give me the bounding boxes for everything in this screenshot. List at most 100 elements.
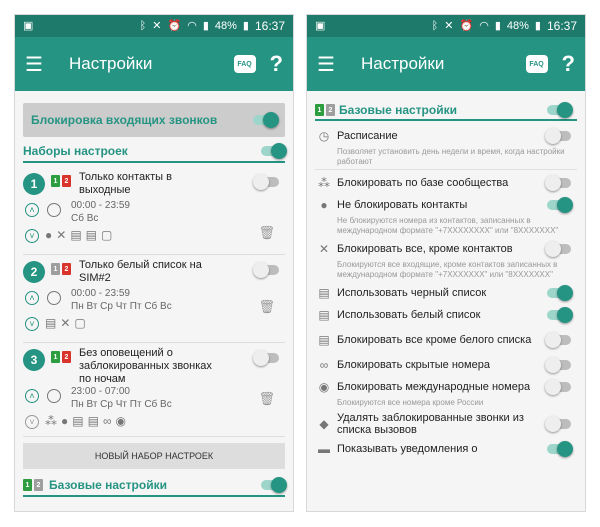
- use-white-row[interactable]: ▤ Использовать белый список: [315, 304, 577, 326]
- settings-content: Блокировка входящих звонков Наборы настр…: [15, 91, 293, 507]
- menu-icon[interactable]: ☰: [25, 52, 59, 77]
- page-title: Настройки: [361, 54, 445, 73]
- use-white-label: Использовать белый список: [337, 309, 481, 321]
- block-all-except-row[interactable]: ✕ Блокировать все, кроме контактов: [315, 238, 577, 260]
- show-notifications-label: Показывать уведомления о: [337, 443, 478, 455]
- block-hidden-row[interactable]: ∞ Блокировать скрытые номера: [315, 354, 577, 376]
- sim1-icon: 1: [315, 104, 324, 116]
- preset-number: 3: [23, 349, 45, 371]
- message-icon: ▢: [101, 228, 113, 242]
- alarm-icon: ⏰: [167, 19, 182, 32]
- block-all-except-switch[interactable]: [545, 241, 571, 257]
- battery-level: 48%: [506, 20, 529, 32]
- image-icon: ▣: [315, 19, 326, 32]
- block-intl-row[interactable]: ◉ Блокировать международные номера: [315, 376, 577, 398]
- preset-number: 1: [23, 173, 45, 195]
- faq-icon[interactable]: FAQ: [233, 55, 256, 73]
- sim-icons: 12: [23, 479, 43, 491]
- trash-icon[interactable]: 🗑: [258, 391, 275, 407]
- list-icon: ▤: [318, 308, 330, 322]
- chevron-down-icon[interactable]: ˅: [25, 415, 39, 429]
- chevron-down-icon[interactable]: ˅: [25, 317, 39, 331]
- group-icon: ⁂: [318, 176, 330, 190]
- toolbar: ☰ Настройки FAQ ?: [15, 37, 293, 91]
- preset-item[interactable]: 2 12 Только белый список на SIM#2 ˄ 00:0…: [23, 255, 285, 343]
- schedule-switch[interactable]: [545, 128, 571, 144]
- trash-icon[interactable]: 🗑: [258, 299, 275, 315]
- use-black-switch[interactable]: [547, 285, 573, 301]
- schedule-row[interactable]: ◷ Расписание: [315, 125, 577, 147]
- community-switch[interactable]: [545, 175, 571, 191]
- block-incoming-switch[interactable]: [253, 112, 279, 128]
- block-hidden-switch[interactable]: [545, 357, 571, 373]
- sim2-icon: 2: [62, 351, 71, 363]
- contact-icon: ●: [45, 228, 53, 242]
- block-all-except-label: Блокировать все, кроме контактов: [337, 243, 513, 255]
- mute-icon: ✕: [152, 19, 162, 32]
- page-title: Настройки: [69, 54, 153, 73]
- chevron-up-icon[interactable]: ˄: [25, 389, 39, 403]
- community-row[interactable]: ⁂ Блокировать по базе сообщества: [315, 172, 577, 194]
- presets-switch[interactable]: [261, 143, 287, 159]
- mute-icon: ✕: [444, 19, 454, 32]
- muted-bell-icon: ✕: [56, 228, 67, 242]
- block-except-white-switch[interactable]: [545, 332, 571, 348]
- settings-content: 12 Базовые настройки ◷ Расписание Позвол…: [307, 91, 585, 466]
- phone-right: ▣ ᛒ ✕ ⏰ ◠ ▮ 48% ▮ 16:37 ☰ Настройки FAQ …: [306, 14, 586, 512]
- sim2-icon: 2: [62, 263, 71, 275]
- show-notifications-switch[interactable]: [547, 441, 573, 457]
- preset-item[interactable]: 3 12 Без оповещений о заблокированных зв…: [23, 343, 285, 437]
- block-all-except-hint: Блокируются все входящие, кроме контакто…: [337, 260, 558, 279]
- preset-name: Только белый список на SIM#2: [79, 259, 202, 284]
- help-icon[interactable]: ?: [270, 51, 283, 77]
- phone-left: ▣ ᛒ ✕ ⏰ ◠ ▮ 48% ▮ 16:37 ☰ Настройки FAQ …: [14, 14, 294, 512]
- use-white-switch[interactable]: [547, 307, 573, 323]
- preset-switch[interactable]: [253, 174, 279, 190]
- faq-icon[interactable]: FAQ: [525, 55, 548, 73]
- help-icon[interactable]: ?: [562, 51, 575, 77]
- image-icon: ▣: [23, 19, 34, 32]
- preset-time: 00:00 - 23:59: [71, 200, 130, 211]
- sim1-icon: 1: [51, 175, 60, 187]
- delete-blocked-switch[interactable]: [545, 416, 571, 432]
- base-settings-label: Базовые настройки: [49, 478, 167, 492]
- base-settings-label: Базовые настройки: [339, 103, 457, 117]
- base-settings-switch[interactable]: [261, 477, 287, 493]
- no-block-contacts-hint: Не блокируются номера из контактов, запи…: [337, 216, 559, 235]
- use-black-row[interactable]: ▤ Использовать черный список: [315, 282, 577, 304]
- new-preset-button[interactable]: НОВЫЙ НАБОР НАСТРОЕК: [23, 443, 285, 469]
- list-icon: ▤: [318, 286, 330, 300]
- list-icon: ▤: [72, 414, 84, 428]
- preset-icons: ● ✕ ▤ ▤ ▢: [45, 228, 112, 242]
- show-notifications-row[interactable]: ▬ Показывать уведомления о: [315, 438, 577, 460]
- preset-name: Только контакты в выходные: [79, 171, 172, 196]
- sim1-icon: 1: [51, 263, 60, 275]
- no-block-contacts-row[interactable]: ● Не блокировать контакты: [315, 194, 577, 216]
- preset-item[interactable]: 1 12 Только контакты в выходные ˄ 00:00 …: [23, 167, 285, 255]
- chevron-up-icon[interactable]: ˄: [25, 203, 39, 217]
- menu-icon[interactable]: ☰: [317, 52, 351, 77]
- base-settings-switch[interactable]: [547, 102, 573, 118]
- block-except-white-row[interactable]: ▤ Блокировать все кроме белого списка: [315, 326, 577, 354]
- preset-switch[interactable]: [253, 350, 279, 366]
- block-intl-switch[interactable]: [545, 379, 571, 395]
- preset-icons: ▤ ✕ ▢: [45, 316, 86, 330]
- block-incoming-bar: Блокировка входящих звонков: [23, 103, 285, 137]
- preset-switch[interactable]: [253, 262, 279, 278]
- preset-name: Без оповещений о заблокированных звонках…: [79, 347, 212, 385]
- mask-icon: ∞: [102, 414, 112, 428]
- no-block-contacts-switch[interactable]: [547, 197, 573, 213]
- battery-icon: ▮: [534, 19, 541, 32]
- preset-icons: ⁂ ● ▤ ▤ ∞ ◉: [45, 414, 126, 428]
- chevron-up-icon[interactable]: ˄: [25, 291, 39, 305]
- trash-icon[interactable]: 🗑: [258, 225, 275, 241]
- list-icon: ▤: [85, 228, 97, 242]
- delete-blocked-row[interactable]: ◆ Удалять заблокированные звонки из спис…: [315, 410, 577, 438]
- battery-level: 48%: [214, 20, 237, 32]
- chevron-down-icon[interactable]: ˅: [25, 229, 39, 243]
- clock-icon: ◷: [318, 129, 330, 143]
- schedule-hint: Позволяет установить день недели и время…: [337, 147, 565, 166]
- block-hidden-label: Блокировать скрытые номера: [337, 359, 490, 371]
- presets-header: Наборы настроек: [23, 141, 287, 163]
- clock-icon: [47, 389, 61, 403]
